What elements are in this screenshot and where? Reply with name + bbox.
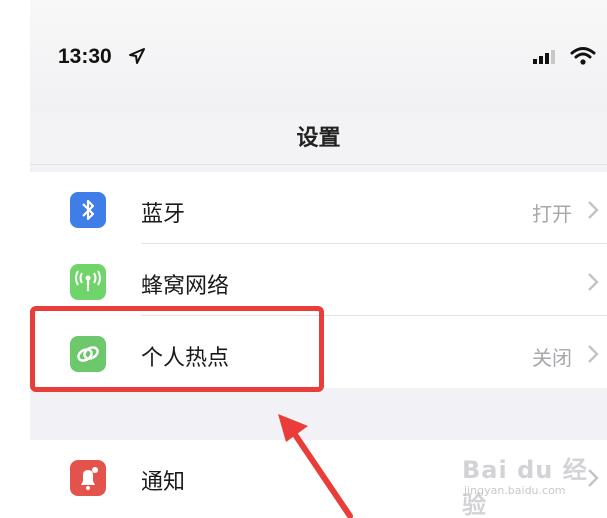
status-time: 13:30 <box>58 45 112 68</box>
left-margin <box>0 0 30 518</box>
red-arrow-icon <box>278 414 353 518</box>
location-arrow-icon <box>129 48 145 64</box>
chevron-right-icon <box>588 345 599 363</box>
settings-row-label: 蓝牙 <box>141 202 186 227</box>
wifi-icon <box>570 47 596 65</box>
baidu-watermark: Bai du 经验 jingyan.baidu.com <box>462 450 604 518</box>
settings-row-bluetooth[interactable]: 蓝牙 打开 <box>30 172 607 244</box>
status-bar: 13:30 <box>30 0 607 112</box>
chevron-right-icon <box>588 201 599 219</box>
navigation-bar: 设置 <box>30 112 607 165</box>
settings-screen: 13:30 设置 蓝牙 打开 蜂窝网络 个人热点 关闭 通知 Bai du 经验… <box>0 0 607 518</box>
settings-row-value: 打开 <box>532 202 572 226</box>
watermark-sub: jingyan.baidu.com <box>464 484 566 497</box>
bluetooth-icon <box>70 192 106 228</box>
notification-bell-icon <box>70 460 106 496</box>
settings-row-label: 蜂窝网络 <box>141 274 230 299</box>
settings-row-label: 通知 <box>141 470 186 495</box>
chevron-right-icon <box>588 273 599 291</box>
settings-row-value: 关闭 <box>532 346 572 370</box>
cellular-antenna-icon <box>70 264 106 300</box>
highlight-box <box>30 306 324 392</box>
page-title: 设置 <box>296 126 341 151</box>
cellular-signal-icon <box>533 50 555 64</box>
